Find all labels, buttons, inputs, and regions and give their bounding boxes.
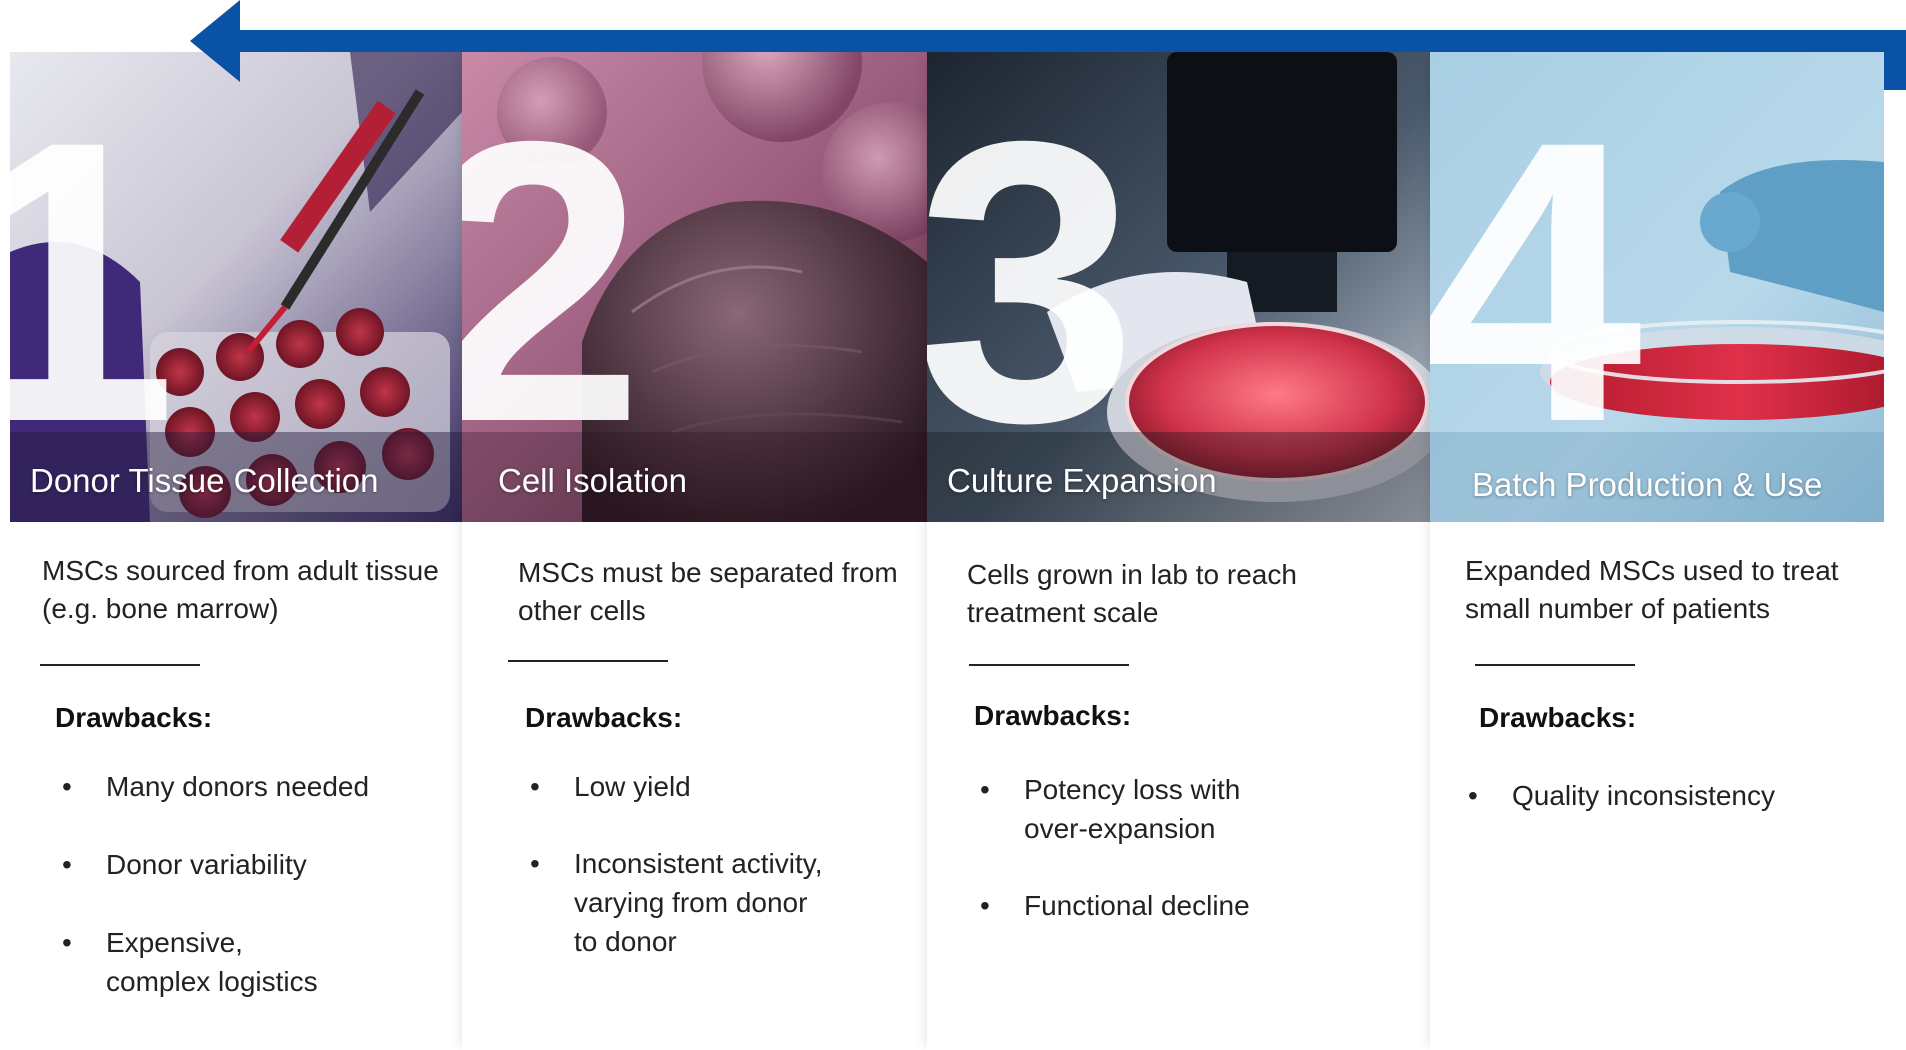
step-1-title: Donor Tissue Collection	[30, 462, 379, 499]
step-1-number: 1	[10, 58, 177, 505]
step-4-title: Batch Production & Use	[1472, 466, 1823, 503]
step-1-drawback-item: Expensive, complex logistics	[62, 923, 346, 1001]
step-3-description: Cells grown in lab to reach treatment sc…	[967, 559, 1297, 628]
step-4-divider	[1475, 664, 1635, 666]
step-1-drawback-item: Donor variability	[62, 845, 422, 884]
step-3-divider	[969, 664, 1129, 666]
step-1-drawbacks-heading: Drawbacks:	[55, 702, 213, 733]
step-panel-1: 1 Donor Tissue Collection MSCs sourced f…	[10, 52, 462, 1050]
step-1-description: MSCs sourced from adult tissue (e.g. bon…	[42, 555, 439, 624]
arrow-left-icon	[190, 0, 1906, 90]
msc-process-diagram: 1 Donor Tissue Collection MSCs sourced f…	[0, 0, 1906, 1050]
step-3-image: 3 Culture Expansion	[927, 52, 1430, 522]
step-3-number: 3	[927, 58, 1137, 505]
step-2-title: Cell Isolation	[498, 462, 687, 499]
step-panel-4: 4 Batch Production & Use Expanded MSCs u…	[1430, 52, 1884, 1050]
step-2-drawbacks-heading: Drawbacks:	[525, 702, 683, 733]
step-2-number: 2	[462, 58, 644, 505]
step-4-number: 4	[1430, 58, 1642, 505]
step-4-drawbacks-list: Quality inconsistency	[1468, 776, 1848, 815]
step-2-image: 2 Cell Isolation	[462, 52, 927, 522]
step-1-drawback-item: Many donors needed	[62, 767, 422, 806]
step-2-drawbacks-list: Low yield Inconsistent activity, varying…	[530, 767, 860, 961]
step-4-description: Expanded MSCs used to treat small number…	[1465, 555, 1839, 624]
step-2-drawback-item: Low yield	[530, 767, 860, 806]
step-4-image: 4 Batch Production & Use	[1430, 52, 1884, 522]
step-2-description: MSCs must be separated from other cells	[518, 557, 898, 626]
step-3-drawbacks-list: Potency loss with over-expansion Functio…	[980, 770, 1340, 925]
step-1-drawbacks-list: Many donors needed Donor variability Exp…	[62, 767, 422, 1001]
step-2-divider	[508, 660, 668, 662]
step-1-divider	[40, 664, 200, 666]
step-2-drawback-item: Inconsistent activity, varying from dono…	[530, 844, 834, 961]
step-3-drawbacks-heading: Drawbacks:	[974, 700, 1132, 731]
step-3-title: Culture Expansion	[947, 462, 1217, 499]
step-4-drawback-item: Quality inconsistency	[1468, 776, 1848, 815]
step-3-drawback-item: Potency loss with over-expansion	[980, 770, 1274, 848]
step-3-drawback-item: Functional decline	[980, 886, 1340, 925]
step-panel-2: 2 Cell Isolation MSCs must be separated …	[462, 52, 927, 1050]
step-1-image: 1 Donor Tissue Collection	[10, 52, 462, 522]
step-panel-3: 3 Culture Expansion Cells grown in lab t…	[927, 52, 1430, 1050]
step-4-drawbacks-heading: Drawbacks:	[1479, 702, 1637, 733]
